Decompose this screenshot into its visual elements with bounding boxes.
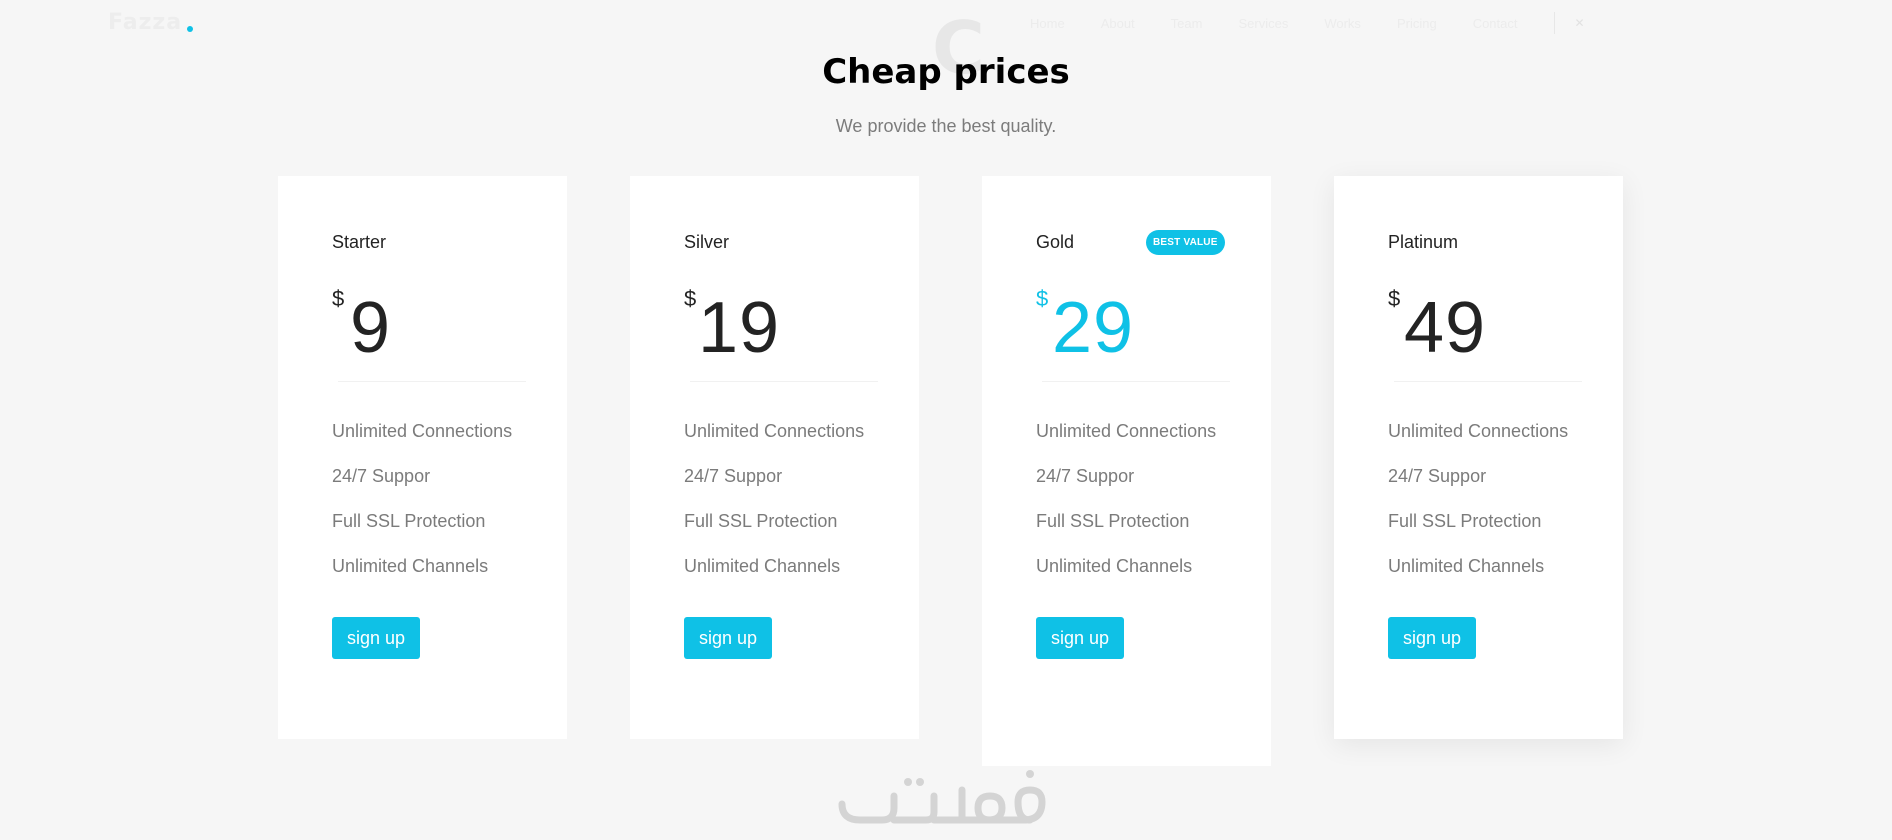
feature-item: 24/7 Suppor (1036, 466, 1135, 486)
feature-item: Unlimited Channels (684, 556, 841, 576)
sign-up-button-platinum[interactable]: sign up (1388, 617, 1476, 659)
price-divider (1042, 381, 1230, 382)
feature-list: Unlimited Connections 24/7 Suppor Full S… (1388, 421, 1568, 601)
plan-price: 49 (1404, 288, 1487, 368)
currency-symbol: $ (332, 286, 345, 311)
section-title: Cheap prices (822, 52, 1070, 92)
plan-price: 9 (350, 288, 392, 368)
feature-list: Unlimited Connections 24/7 Suppor Full S… (684, 421, 864, 601)
pricing-card-gold: Gold BEST VALUE $ 29 Unlimited Connectio… (982, 176, 1271, 766)
nav-link-about[interactable]: About (1101, 16, 1135, 31)
logo-dot (187, 26, 193, 32)
plan-name: Silver (684, 232, 730, 252)
pricing-card-silver: Silver $ 19 Unlimited Connections 24/7 S… (630, 176, 919, 739)
plan-price: 29 (1052, 288, 1135, 368)
site-logo[interactable]: Fazza (108, 10, 182, 35)
nav-link-works[interactable]: Works (1324, 16, 1361, 31)
plan-name: Platinum (1388, 232, 1459, 252)
feature-item: Unlimited Channels (1388, 556, 1545, 576)
feature-item: Unlimited Connections (684, 421, 865, 441)
feature-item: Unlimited Connections (1388, 421, 1569, 441)
feature-item: Full SSL Protection (1388, 511, 1542, 531)
price-divider (1394, 381, 1582, 382)
feature-item: Unlimited Connections (332, 421, 513, 441)
plan-price: 19 (698, 288, 781, 368)
feature-item: Unlimited Channels (332, 556, 489, 576)
currency-symbol: $ (1388, 286, 1401, 311)
sign-up-button-silver[interactable]: sign up (684, 617, 772, 659)
feature-item: Full SSL Protection (1036, 511, 1190, 531)
watermark-logo (838, 770, 1046, 824)
pricing-card-platinum: Platinum $ 49 Unlimited Connections 24/7… (1334, 176, 1623, 739)
nav-link-home[interactable]: Home (1030, 16, 1065, 31)
nav-menu: Home About Team Services Works Pricing C… (1030, 12, 1585, 34)
currency-symbol: $ (1036, 286, 1049, 311)
price-divider (338, 381, 526, 382)
menu-icon[interactable]: ✕ (1575, 16, 1585, 30)
nav-link-contact[interactable]: Contact (1473, 16, 1518, 31)
feature-item: Full SSL Protection (684, 511, 838, 531)
nav-divider (1553, 12, 1555, 34)
feature-item: Unlimited Connections (1036, 421, 1217, 441)
plan-name: Gold (1036, 232, 1075, 252)
price-divider (690, 381, 878, 382)
feature-item: Unlimited Channels (1036, 556, 1193, 576)
nav-link-pricing[interactable]: Pricing (1397, 16, 1437, 31)
plan-name: Starter (332, 232, 387, 252)
pricing-card-starter: Starter $ 9 Unlimited Connections 24/7 S… (278, 176, 567, 739)
feature-item: Full SSL Protection (332, 511, 486, 531)
feature-item: 24/7 Suppor (1388, 466, 1487, 486)
nav-link-services[interactable]: Services (1238, 16, 1288, 31)
best-value-badge: BEST VALUE (1146, 230, 1225, 255)
sign-up-button-starter[interactable]: sign up (332, 617, 420, 659)
feature-item: 24/7 Suppor (332, 466, 431, 486)
feature-list: Unlimited Connections 24/7 Suppor Full S… (1036, 421, 1216, 601)
nav-link-team[interactable]: Team (1171, 16, 1203, 31)
sign-up-button-gold[interactable]: sign up (1036, 617, 1124, 659)
feature-list: Unlimited Connections 24/7 Suppor Full S… (332, 421, 512, 601)
currency-symbol: $ (684, 286, 697, 311)
feature-item: 24/7 Suppor (684, 466, 783, 486)
section-subtitle: We provide the best quality. (835, 116, 1057, 136)
